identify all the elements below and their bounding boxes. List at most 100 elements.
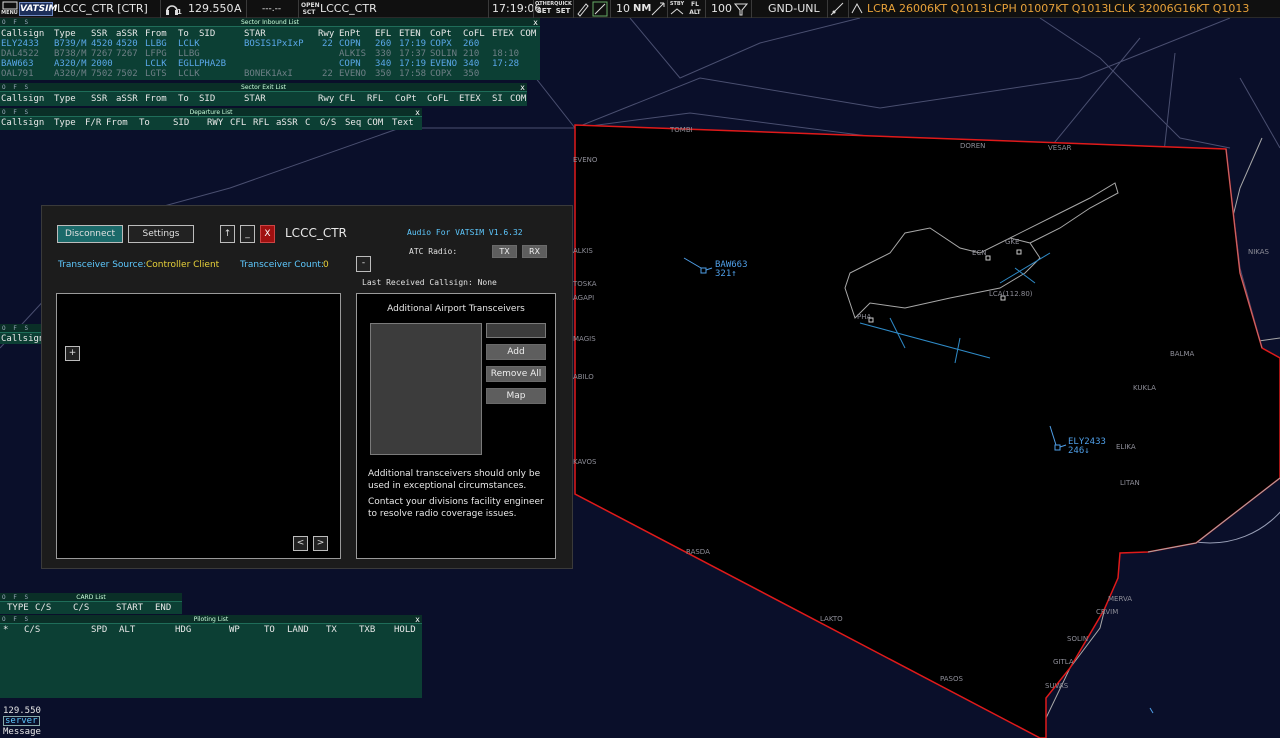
altitude-filter-range[interactable]: GND-UNL [768, 0, 820, 18]
table-cell[interactable]: LLBG [145, 39, 167, 49]
close-icon[interactable]: x [533, 18, 538, 27]
table-cell[interactable]: LFPG [145, 49, 167, 59]
column-header[interactable]: WP [229, 625, 240, 635]
table-cell[interactable]: 260 [375, 39, 391, 49]
audio-for-vatsim-window[interactable]: Disconnect Settings ↑ _ X LCCC_CTR Audio… [41, 205, 573, 569]
table-cell[interactable]: 18:10 [492, 49, 519, 59]
range-unit[interactable]: NM [633, 0, 651, 18]
transceiver-listbox[interactable] [370, 323, 482, 455]
column-header[interactable]: SI [492, 94, 503, 104]
table-cell[interactable]: COPN [339, 59, 361, 69]
column-header[interactable]: ETEX [459, 94, 481, 104]
table-cell[interactable]: EGLL [178, 59, 200, 69]
table-cell[interactable]: LLBG [178, 49, 200, 59]
table-cell[interactable]: B738/M [54, 49, 87, 59]
table-cell[interactable]: A320/M [54, 59, 87, 69]
table-cell[interactable]: 350 [463, 69, 479, 79]
column-header[interactable]: STAR [244, 94, 266, 104]
column-header[interactable]: From [145, 94, 167, 104]
table-cell[interactable]: 330 [375, 49, 391, 59]
table-cell[interactable]: LCLK [178, 69, 200, 79]
table-cell[interactable]: 2000 [91, 59, 113, 69]
rx-indicator[interactable]: RX [522, 245, 547, 258]
table-cell[interactable]: EVENO [430, 59, 457, 69]
callsign-display[interactable]: LCCC_CTR [CTR] [57, 0, 148, 18]
table-cell[interactable]: 22 [322, 39, 333, 49]
other-set-button[interactable]: OTHER SET [535, 0, 554, 18]
column-header[interactable]: RWY [207, 118, 223, 128]
column-header[interactable]: Type [54, 29, 76, 39]
table-cell[interactable]: 7502 [91, 69, 113, 79]
route-button[interactable] [829, 0, 845, 18]
tx-indicator[interactable]: TX [492, 245, 517, 258]
column-header[interactable]: Rwy [318, 94, 334, 104]
column-header[interactable]: SSR [91, 94, 107, 104]
column-header[interactable]: END [155, 603, 171, 613]
table-cell[interactable]: 210 [463, 49, 479, 59]
column-header[interactable]: COM [367, 118, 383, 128]
column-header[interactable]: ETEN [399, 29, 421, 39]
table-cell[interactable]: LCLK [145, 59, 167, 69]
column-header[interactable]: TYPE [7, 603, 29, 613]
column-header[interactable]: To [139, 118, 150, 128]
next-page-button[interactable]: > [313, 536, 328, 551]
filter-button[interactable] [733, 0, 749, 18]
table-cell[interactable]: 7267 [91, 49, 113, 59]
column-header[interactable]: STAR [244, 29, 266, 39]
column-header[interactable]: Callsign [1, 94, 44, 104]
list-header[interactable]: O F S Sector Inbound List x [0, 18, 540, 27]
previous-page-button[interactable]: < [293, 536, 308, 551]
column-header[interactable]: COM [510, 94, 526, 104]
list-header[interactable]: O F S Sector Exit List x [0, 83, 527, 92]
table-cell[interactable]: 340 [375, 59, 391, 69]
piloting-list[interactable]: O F S Piloting List x * C/S SPD ALT HDG … [0, 615, 422, 698]
column-header[interactable]: SSR [91, 29, 107, 39]
column-header[interactable]: * [3, 625, 8, 635]
list-header[interactable]: O F S CARD List [0, 593, 182, 602]
sector-exit-list[interactable]: O F S Sector Exit List x Callsign Type S… [0, 83, 527, 106]
column-header[interactable]: ALT [119, 625, 135, 635]
stby-button[interactable]: STBY [668, 0, 686, 18]
column-header[interactable]: Text [392, 118, 414, 128]
column-header[interactable]: ETEX [492, 29, 514, 39]
close-icon[interactable]: x [415, 615, 420, 624]
table-cell[interactable]: 17:19 [399, 59, 426, 69]
compass-button[interactable] [650, 0, 666, 18]
remove-transceiver-button[interactable]: - [356, 256, 371, 272]
column-header[interactable]: CFL [230, 118, 246, 128]
metar-lcph[interactable]: LCPH 01007KT Q1013 [988, 0, 1108, 18]
table-cell[interactable]: 350 [375, 69, 391, 79]
partially-hidden-list[interactable]: O F S Callsign [0, 324, 41, 344]
table-cell[interactable]: 340 [463, 59, 479, 69]
column-header[interactable]: Type [54, 118, 76, 128]
column-header[interactable]: CoFL [427, 94, 449, 104]
close-icon[interactable]: x [520, 83, 525, 92]
column-header[interactable]: LAND [287, 625, 309, 635]
server-indicator[interactable]: server [3, 716, 40, 726]
list-header[interactable]: O F S Departure List x [0, 108, 422, 117]
table-cell[interactable]: 7267 [116, 49, 138, 59]
column-header[interactable]: Callsign [1, 118, 44, 128]
column-header[interactable]: CoPt [430, 29, 452, 39]
table-cell[interactable]: EVENO [339, 69, 366, 79]
atis-code[interactable]: ---.-- [262, 0, 281, 18]
column-header[interactable]: F/R [85, 118, 101, 128]
column-header[interactable]: C/S [35, 603, 51, 613]
column-header[interactable]: CoFL [463, 29, 485, 39]
table-cell[interactable]: OAL791 [1, 69, 34, 79]
settings-button[interactable]: Settings [128, 225, 194, 243]
column-header[interactable]: C/S [24, 625, 40, 635]
column-header[interactable]: COM [520, 29, 536, 39]
pen-button[interactable] [575, 0, 591, 18]
sector-inbound-list[interactable]: O F S Sector Inbound List x Callsign Typ… [0, 18, 540, 80]
column-header[interactable]: SID [199, 94, 215, 104]
table-cell[interactable]: PHA2B [199, 59, 226, 69]
column-header[interactable]: RFL [367, 94, 383, 104]
column-header[interactable]: Rwy [318, 29, 334, 39]
column-header[interactable]: C [305, 118, 310, 128]
column-header[interactable]: SID [173, 118, 189, 128]
column-header[interactable]: Type [54, 94, 76, 104]
primary-frequency[interactable]: 129.550 [188, 0, 234, 18]
table-cell[interactable]: 17:19 [399, 39, 426, 49]
column-header[interactable]: Callsign [1, 29, 44, 39]
